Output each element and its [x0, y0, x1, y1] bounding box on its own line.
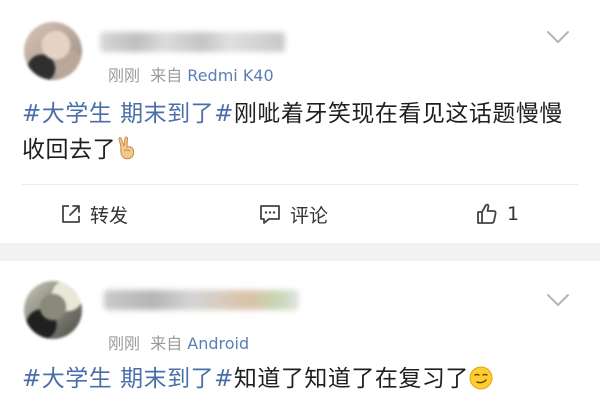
timestamp: 刚刚 — [108, 334, 141, 353]
hashtag-link[interactable]: #大学生 期末到了# — [22, 101, 234, 127]
divider — [22, 184, 578, 185]
source-prefix: 来自 — [150, 66, 183, 85]
repost-button[interactable]: 转发 — [60, 198, 128, 230]
post-content: #大学生 期末到了#刚呲着牙笑现在看见这话题慢慢收回去了 — [22, 96, 582, 168]
smirking-face-emoji-icon — [469, 366, 493, 390]
post-meta: 刚刚 来自 Redmi K40 — [108, 62, 274, 86]
like-count: 1 — [507, 203, 520, 225]
source-prefix: 来自 — [150, 334, 183, 353]
comment-label: 评论 — [290, 204, 329, 227]
thumbs-up-icon — [477, 203, 497, 224]
post-content: #大学生 期末到了#知道了知道了在复习了 — [22, 361, 582, 397]
comment-icon — [260, 205, 280, 224]
repost-label: 转发 — [90, 204, 129, 227]
post-text: 知道了知道了在复习了 — [233, 366, 469, 392]
post-card: 刚刚 来自 Android #大学生 期末到了#知道了知道了在复习了 — [0, 261, 600, 409]
timestamp: 刚刚 — [108, 66, 141, 85]
like-button[interactable]: 1 — [475, 198, 519, 230]
repost-icon — [62, 205, 80, 223]
post-meta: 刚刚 来自 Android — [108, 330, 249, 354]
device-name[interactable]: Redmi K40 — [187, 66, 273, 85]
username-blurred[interactable] — [100, 32, 285, 52]
device-name[interactable]: Android — [187, 334, 249, 353]
avatar[interactable] — [24, 281, 82, 339]
avatar[interactable] — [24, 22, 82, 80]
post-card: 刚刚 来自 Redmi K40 #大学生 期末到了#刚呲着牙笑现在看见这话题慢慢… — [0, 0, 600, 243]
victory-hand-emoji-icon — [118, 136, 135, 160]
chevron-down-icon[interactable] — [546, 30, 570, 44]
chevron-down-icon[interactable] — [546, 293, 570, 307]
username-blurred[interactable] — [104, 290, 299, 310]
feed-separator — [0, 243, 600, 261]
comment-button[interactable]: 评论 — [258, 198, 328, 230]
hashtag-link[interactable]: #大学生 期末到了# — [22, 366, 234, 392]
